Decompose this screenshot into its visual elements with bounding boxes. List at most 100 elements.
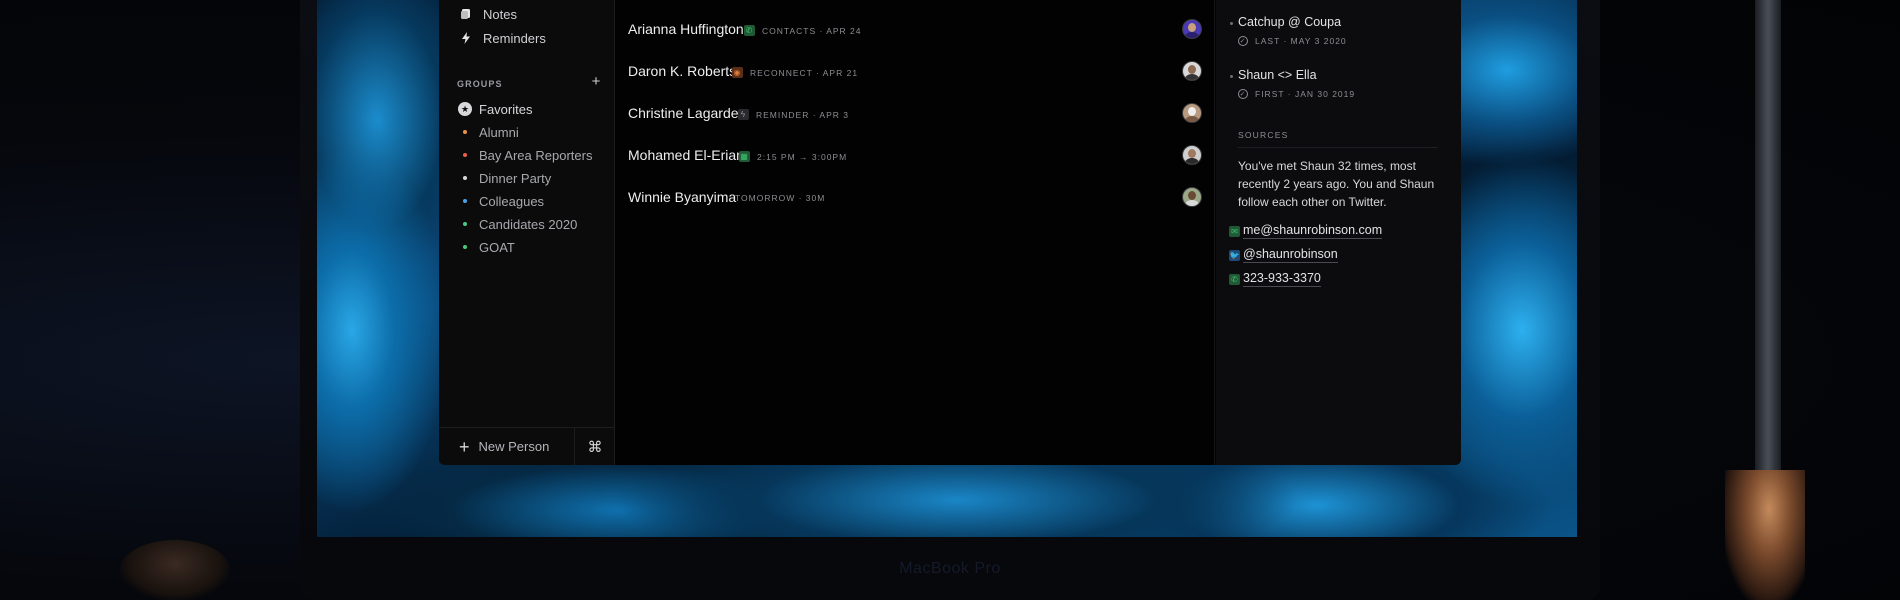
background-scene: MacBook Pro Notes Reminders GROUPS + ★ F… xyxy=(0,0,1900,600)
person-meta: ◉ RECONNECT · APR 21 xyxy=(732,67,858,78)
sidebar-item-colleagues[interactable]: Colleagues xyxy=(463,192,544,210)
phone-link-text: 323-933-3370 xyxy=(1243,271,1321,287)
group-color-dot xyxy=(463,153,467,157)
person-meta: ✆ CONTACTS · APR 24 xyxy=(744,25,862,36)
avatar-body xyxy=(1185,74,1199,80)
timeline-item[interactable]: Catchup @ Coupa ✓ LAST · MAY 3 2020 xyxy=(1230,15,1347,46)
timeline-item[interactable]: Shaun <> Ella ✓ FIRST · JAN 30 2019 xyxy=(1230,68,1355,99)
avatar-head xyxy=(1188,65,1196,74)
sidebar-item-label: Notes xyxy=(483,6,517,22)
timeline-bullet xyxy=(1230,75,1233,78)
twitter-icon: 🐦 xyxy=(1229,249,1240,261)
group-color-dot xyxy=(463,245,467,249)
bolt-icon xyxy=(459,31,473,45)
avatar-head xyxy=(1188,149,1196,158)
command-icon: ⌘ xyxy=(587,438,603,456)
sidebar-item-notes[interactable]: Notes xyxy=(459,4,517,24)
sidebar-item-candidates-2020[interactable]: Candidates 2020 xyxy=(463,215,577,233)
plus-icon: + xyxy=(591,73,601,90)
sidebar-item-label: Favorites xyxy=(479,101,533,117)
avatar[interactable] xyxy=(1182,145,1202,165)
pencil-tip xyxy=(1725,470,1805,600)
avatar[interactable] xyxy=(1182,103,1202,123)
group-color-dot xyxy=(463,199,467,203)
person-name: Daron K. Roberts xyxy=(628,63,737,79)
list-item[interactable]: Mohamed El-Erian ▦ 2:15 PM → 3:00PM xyxy=(615,140,1215,170)
avatar-head xyxy=(1188,107,1196,116)
phone-link[interactable]: ✆ 323-933-3370 xyxy=(1229,271,1321,287)
reconnect-icon: ◉ xyxy=(732,67,743,78)
person-name: Arianna Huffington xyxy=(628,21,744,37)
list-item[interactable]: Daron K. Roberts ◉ RECONNECT · APR 21 xyxy=(615,56,1215,86)
pencil xyxy=(1755,0,1781,500)
avatar-head xyxy=(1188,191,1196,200)
sidebar-item-label: Alumni xyxy=(479,124,519,140)
list-item[interactable]: Winnie Byanyima TOMORROW · 30M xyxy=(615,182,1215,212)
twitter-link[interactable]: 🐦 @shaunrobinson xyxy=(1229,247,1338,263)
person-meta-text: 2:15 PM → 3:00PM xyxy=(757,151,848,162)
sidebar-item-goat[interactable]: GOAT xyxy=(463,238,515,256)
avatar-head xyxy=(1188,23,1196,32)
sidebar-item-dinner-party[interactable]: Dinner Party xyxy=(463,169,551,187)
timeline-subtitle-text: FIRST · JAN 30 2019 xyxy=(1255,89,1356,99)
list-item[interactable]: Arianna Huffington ✆ CONTACTS · APR 24 xyxy=(615,14,1215,44)
sidebar-footer: + New Person ⌘ xyxy=(439,427,615,465)
sidebar: Notes Reminders GROUPS + ★ Favorites Alu… xyxy=(439,0,615,465)
star-icon: ★ xyxy=(458,102,472,116)
calendar-icon: ▦ xyxy=(739,151,750,162)
sidebar-item-label: Reminders xyxy=(483,30,546,46)
email-link-text: me@shaunrobinson.com xyxy=(1243,223,1383,239)
phone-icon: ✆ xyxy=(1229,273,1240,285)
timeline-title: Shaun <> Ella xyxy=(1238,68,1317,82)
person-meta-text: RECONNECT · APR 21 xyxy=(750,67,859,78)
person-meta: ϟ REMINDER · APR 3 xyxy=(738,109,849,120)
sidebar-item-label: GOAT xyxy=(479,239,515,255)
add-group-button[interactable]: + xyxy=(588,74,604,90)
timeline-subtitle: ✓ FIRST · JAN 30 2019 xyxy=(1238,89,1355,99)
desk-object xyxy=(120,540,230,600)
app-window: Notes Reminders GROUPS + ★ Favorites Alu… xyxy=(439,0,1461,465)
person-name: Mohamed El-Erian xyxy=(628,147,744,163)
twitter-link-text: @shaunrobinson xyxy=(1243,247,1338,263)
sidebar-item-alumni[interactable]: Alumni xyxy=(463,123,519,141)
avatar-body xyxy=(1185,158,1199,164)
sidebar-item-label: Candidates 2020 xyxy=(479,216,578,232)
avatar-body xyxy=(1185,32,1199,38)
sidebar-item-label: Colleagues xyxy=(479,193,545,209)
group-color-dot xyxy=(463,222,467,226)
sidebar-item-label: Bay Area Reporters xyxy=(479,147,593,163)
sidebar-item-reminders[interactable]: Reminders xyxy=(459,28,546,48)
person-meta-text: TOMORROW · 30M xyxy=(735,193,826,203)
new-person-button[interactable]: + New Person xyxy=(439,428,575,465)
person-meta-text: CONTACTS · APR 24 xyxy=(762,25,862,36)
person-meta-text: REMINDER · APR 3 xyxy=(756,109,849,120)
timeline-title: Catchup @ Coupa xyxy=(1238,15,1342,29)
new-person-label: New Person xyxy=(478,439,550,454)
phone-icon: ✆ xyxy=(744,25,755,36)
groups-heading: GROUPS xyxy=(457,79,503,89)
sidebar-item-bay-area-reporters[interactable]: Bay Area Reporters xyxy=(463,146,592,164)
group-color-dot xyxy=(463,176,467,180)
timeline-bullet xyxy=(1230,22,1233,25)
email-link[interactable]: ✉ me@shaunrobinson.com xyxy=(1229,223,1383,239)
bolt-icon: ϟ xyxy=(738,109,749,120)
person-name: Christine Lagarde xyxy=(628,105,739,121)
avatar-body xyxy=(1185,200,1199,206)
email-icon: ✉ xyxy=(1229,225,1240,237)
avatar[interactable] xyxy=(1182,187,1202,207)
avatar[interactable] xyxy=(1182,19,1202,39)
sidebar-item-label: Dinner Party xyxy=(479,170,552,186)
check-circle-icon: ✓ xyxy=(1238,36,1248,46)
people-list: Arianna Huffington ✆ CONTACTS · APR 24 D… xyxy=(615,0,1215,465)
notes-icon xyxy=(459,7,473,21)
check-circle-icon: ✓ xyxy=(1238,89,1248,99)
person-meta: ▦ 2:15 PM → 3:00PM xyxy=(739,151,847,162)
person-detail-panel: Catchup @ Coupa ✓ LAST · MAY 3 2020 Shau… xyxy=(1216,0,1461,465)
sidebar-item-favorites[interactable]: ★ Favorites xyxy=(458,100,533,118)
command-button[interactable]: ⌘ xyxy=(575,428,615,465)
sources-summary: You've met Shaun 32 times, most recently… xyxy=(1238,159,1435,209)
list-item[interactable]: Christine Lagarde ϟ REMINDER · APR 3 xyxy=(615,98,1215,128)
sources-heading: SOURCES xyxy=(1238,130,1438,148)
avatar[interactable] xyxy=(1182,61,1202,81)
group-color-dot xyxy=(463,130,467,134)
